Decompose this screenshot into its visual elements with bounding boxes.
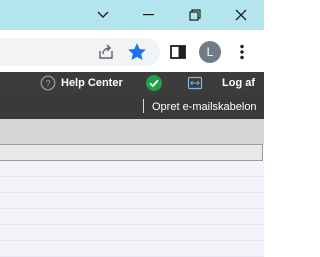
close-icon bbox=[235, 9, 247, 21]
help-circle-icon[interactable]: ? bbox=[40, 75, 56, 91]
table-row[interactable] bbox=[0, 209, 264, 225]
table-row[interactable] bbox=[0, 177, 264, 193]
table-row[interactable] bbox=[0, 161, 264, 177]
table-header bbox=[0, 144, 263, 161]
chevron-down-icon bbox=[97, 11, 109, 18]
tab-search-button[interactable] bbox=[80, 0, 126, 30]
minimize-button[interactable] bbox=[126, 0, 172, 30]
divider bbox=[143, 99, 144, 113]
close-window-button[interactable] bbox=[218, 0, 264, 30]
more-vert-icon[interactable] bbox=[232, 42, 252, 62]
help-center-link[interactable]: Help Center bbox=[61, 77, 123, 89]
table-row[interactable] bbox=[0, 225, 264, 241]
image-frame-icon[interactable] bbox=[187, 75, 203, 91]
restore-window-icon bbox=[189, 9, 201, 21]
share-icon[interactable] bbox=[96, 42, 116, 62]
side-panel-icon[interactable] bbox=[168, 42, 188, 62]
status-check-icon bbox=[146, 75, 162, 91]
star-icon[interactable] bbox=[126, 41, 148, 63]
profile-avatar[interactable]: L bbox=[199, 41, 221, 63]
restore-button[interactable] bbox=[172, 0, 218, 30]
content-toolbar bbox=[0, 119, 264, 144]
table-body bbox=[0, 161, 264, 257]
create-email-template-button[interactable]: Opret e-mailskabelon bbox=[152, 101, 257, 113]
table-row[interactable] bbox=[0, 241, 264, 257]
svg-text:?: ? bbox=[45, 79, 50, 90]
table-row[interactable] bbox=[0, 193, 264, 209]
minimize-icon bbox=[143, 14, 154, 16]
logout-link[interactable]: Log af bbox=[222, 77, 255, 89]
